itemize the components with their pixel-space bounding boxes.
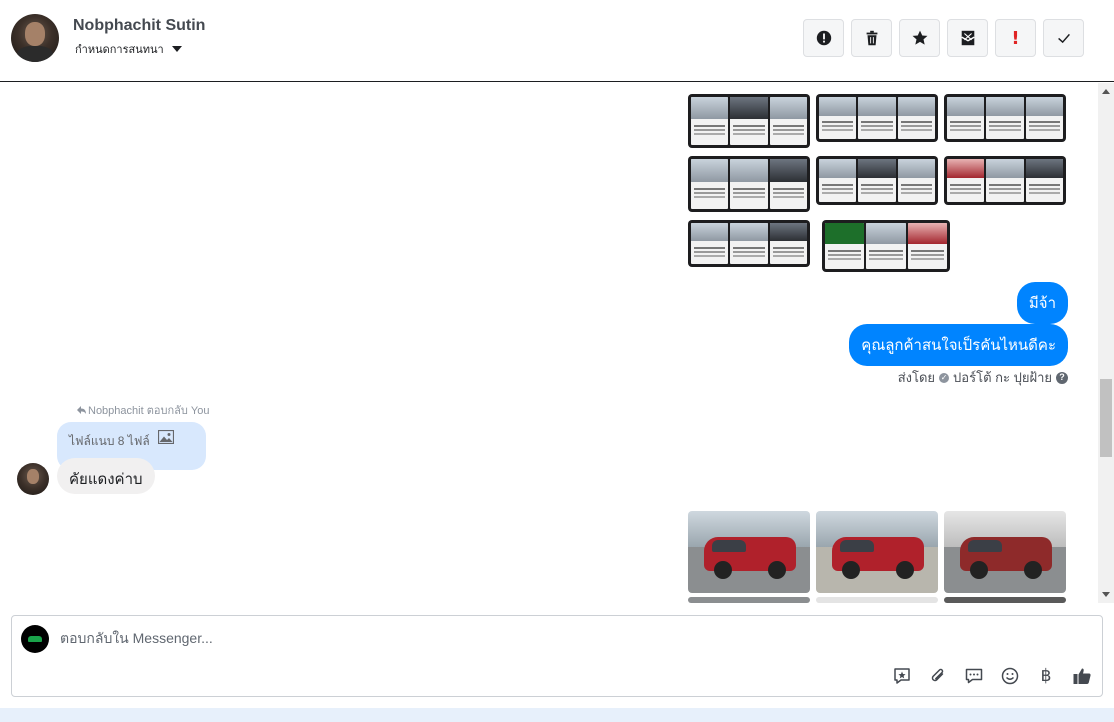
- image-icon: [158, 430, 174, 444]
- reply-note: Nobphachit ตอบกลับ You: [77, 401, 209, 419]
- reply-quote-text: ไฟล์แนบ 8 ไฟล์: [69, 434, 150, 448]
- star-button[interactable]: [899, 19, 940, 57]
- like-icon: [1073, 668, 1091, 684]
- image-attachment[interactable]: [688, 94, 810, 148]
- trash-icon: [866, 30, 877, 46]
- image-attachment[interactable]: [944, 94, 1066, 142]
- photo-attachment[interactable]: [944, 597, 1066, 603]
- thread-scrollbar[interactable]: [1098, 83, 1114, 603]
- incoming-message[interactable]: คัยแดงค่าบ: [57, 458, 155, 494]
- emoji-icon: [1001, 667, 1019, 685]
- photo-attachment[interactable]: [816, 597, 938, 603]
- reply-composer: ฿: [11, 615, 1103, 697]
- attach-icon: [931, 668, 944, 682]
- contact-avatar-small[interactable]: [17, 463, 49, 495]
- mark-unread-button[interactable]: [947, 19, 988, 57]
- image-attachment[interactable]: [816, 94, 938, 142]
- image-attachment[interactable]: [688, 220, 810, 267]
- exclamation-icon: !: [1011, 27, 1020, 49]
- outgoing-message[interactable]: มีจ้า: [1016, 282, 1068, 324]
- sent-by-name: ปอร์โต้ กะ ปุยฝ้าย: [953, 370, 1052, 385]
- photo-attachment[interactable]: [688, 511, 810, 593]
- check-icon: [1057, 33, 1070, 44]
- page-avatar: [21, 625, 49, 653]
- verified-check-icon: ✓: [939, 372, 950, 383]
- help-icon[interactable]: ?: [1056, 371, 1068, 384]
- scroll-down-icon[interactable]: [1102, 592, 1110, 597]
- image-attachment[interactable]: [688, 156, 810, 212]
- mark-done-button[interactable]: [1043, 19, 1084, 57]
- sent-by-info: ส่งโดย ✓ ปอร์โต้ กะ ปุยฝ้าย ?: [898, 367, 1068, 388]
- saved-reply-icon: [894, 668, 910, 684]
- emoji-button[interactable]: [1000, 666, 1020, 686]
- reply-input[interactable]: [60, 630, 960, 646]
- caret-down-icon: [171, 46, 182, 52]
- payment-button[interactable]: ฿: [1036, 666, 1056, 686]
- contact-name[interactable]: Nobphachit Sutin: [73, 17, 205, 35]
- reply-arrow-icon: [77, 406, 86, 414]
- flag-important-button[interactable]: !: [995, 19, 1036, 57]
- photo-attachment[interactable]: [816, 511, 938, 593]
- conversation-toolbar: !: [803, 19, 1084, 57]
- image-attachment[interactable]: [816, 156, 938, 205]
- saved-reply-button[interactable]: [892, 666, 912, 686]
- attach-button[interactable]: [928, 666, 948, 686]
- mark-unread-icon: [960, 30, 975, 46]
- image-attachment[interactable]: [944, 156, 1066, 205]
- assign-conversation-label: กำหนดการสนทนา: [75, 44, 164, 56]
- sent-by-label: ส่งโดย: [897, 370, 936, 385]
- scrollbar-thumb[interactable]: [1100, 379, 1112, 457]
- quick-reply-button[interactable]: [964, 666, 984, 686]
- composer-tools: ฿: [892, 666, 1092, 686]
- photo-attachment[interactable]: [944, 511, 1066, 593]
- star-icon: [912, 30, 927, 45]
- contact-avatar[interactable]: [11, 14, 59, 62]
- outgoing-message[interactable]: คุณลูกค้าสนใจเป็รคันไหนดีคะ: [849, 324, 1068, 366]
- bottom-panel-edge: [0, 708, 1114, 722]
- photo-attachment[interactable]: [688, 597, 810, 603]
- delete-button[interactable]: [851, 19, 892, 57]
- mark-spam-button[interactable]: [803, 19, 844, 57]
- scroll-up-icon[interactable]: [1102, 89, 1110, 94]
- reply-note-text: Nobphachit ตอบกลับ You: [88, 405, 210, 417]
- assign-conversation-dropdown[interactable]: กำหนดการสนทนา: [75, 40, 182, 58]
- conversation-header: Nobphachit Sutin กำหนดการสนทนา !: [0, 0, 1114, 82]
- like-button[interactable]: [1072, 666, 1092, 686]
- image-attachment[interactable]: [822, 220, 950, 272]
- chat-icon: [965, 668, 983, 684]
- alert-icon: [816, 30, 831, 46]
- baht-icon: ฿: [1040, 666, 1052, 686]
